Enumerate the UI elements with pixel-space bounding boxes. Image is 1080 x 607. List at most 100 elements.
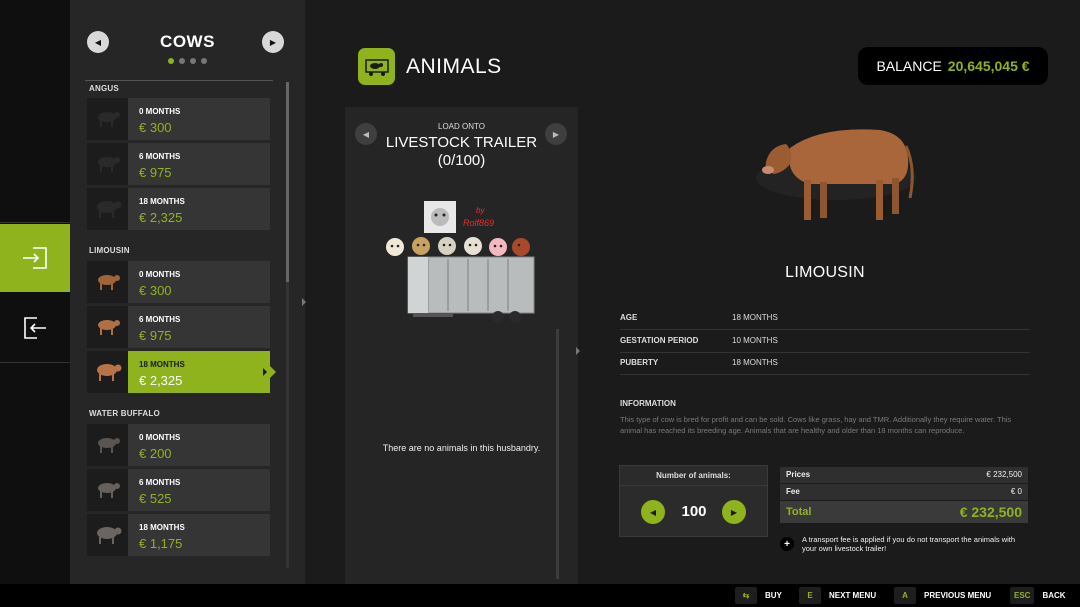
exit-icon — [24, 317, 46, 339]
animal-age: 18 MONTHS — [139, 523, 185, 532]
footer-keybindings: ⇆ BUY E NEXT MENU A PREVIOUS MENU ESC BA… — [0, 584, 1080, 607]
empty-husbandry-message: There are no animals in this husbandry. — [382, 443, 541, 453]
price-row-total: Total € 232,500 — [780, 501, 1028, 523]
divider — [85, 80, 273, 81]
key-esc: ESC — [1010, 587, 1035, 604]
animal-thumbnail — [87, 261, 128, 303]
animal-item-selected[interactable]: 18 MONTHS € 2,325 — [87, 351, 276, 393]
animal-item[interactable]: 0 MONTHS € 200 — [87, 424, 270, 466]
detail-row-gestation: GESTATION PERIOD 10 MONTHS — [620, 331, 1030, 353]
panel-arrow-icon — [302, 298, 306, 306]
selected-animal-name: LIMOUSIN — [785, 264, 865, 281]
trailer-panel: ◀ ▶ LOAD ONTO LIVESTOCK TRAILER (0/100) … — [345, 107, 578, 584]
trailer-scrollbar[interactable] — [556, 329, 559, 579]
detail-value: 10 MONTHS — [732, 336, 778, 345]
animal-item[interactable]: 6 MONTHS € 975 — [87, 143, 270, 185]
animal-age: 6 MONTHS — [139, 478, 181, 487]
fee-label: Fee — [786, 487, 800, 496]
animal-thumbnail — [87, 188, 128, 230]
previous-menu-label: PREVIOUS MENU — [924, 591, 992, 600]
page-title: ANIMALS — [406, 55, 502, 78]
page-dot[interactable] — [168, 58, 174, 64]
animal-age: 0 MONTHS — [139, 270, 181, 279]
selection-arrow-icon — [263, 368, 267, 376]
price-row-fee: Fee € 0 — [780, 484, 1028, 500]
key-e: E — [799, 587, 821, 604]
buffalo-icon — [96, 527, 121, 544]
cow-trailer-icon — [364, 58, 389, 76]
nav-sell-tab[interactable] — [0, 294, 70, 362]
detail-key: GESTATION PERIOD — [620, 336, 699, 345]
trailer-title: LIVESTOCK TRAILER (0/100) — [345, 134, 578, 170]
animal-item[interactable]: 6 MONTHS € 525 — [87, 469, 270, 511]
information-heading: INFORMATION — [620, 399, 676, 408]
key-a: A — [894, 587, 916, 604]
nav-divider — [0, 362, 70, 363]
animal-age: 0 MONTHS — [139, 107, 181, 116]
price-label: Prices — [786, 470, 811, 479]
next-menu-keybind[interactable]: E NEXT MENU — [799, 587, 876, 604]
animal-item[interactable]: 0 MONTHS € 300 — [87, 98, 270, 140]
chevron-right-icon: ▶ — [730, 507, 738, 517]
transport-fee-text: A transport fee is applied if you do not… — [802, 535, 1016, 553]
limousin-cow-image — [756, 129, 916, 220]
panel-arrow-icon — [576, 347, 580, 355]
next-category-button[interactable]: ▶ — [262, 31, 284, 53]
page-dot[interactable] — [179, 58, 185, 64]
animals-icon — [358, 48, 395, 85]
buffalo-calf-icon — [97, 438, 120, 453]
page-dot[interactable] — [201, 58, 207, 64]
buffalo-calf-icon — [97, 483, 120, 498]
animal-item[interactable]: 18 MONTHS € 1,175 — [87, 514, 270, 556]
decrease-count-button[interactable]: ◀ — [641, 500, 665, 524]
total-label: Total — [786, 506, 812, 518]
animal-count-label: Number of animals: — [620, 466, 767, 486]
animal-count-selector: Number of animals: ◀ 100 ▶ — [619, 465, 768, 537]
section-label-water-buffalo: WATER BUFFALO — [89, 409, 160, 418]
limousin-calf-icon — [97, 275, 120, 290]
buy-keybind[interactable]: ⇆ BUY — [735, 587, 782, 604]
next-menu-label: NEXT MENU — [829, 591, 877, 600]
animal-item[interactable]: 6 MONTHS € 975 — [87, 306, 270, 348]
list-scrollbar-thumb[interactable] — [286, 82, 289, 282]
back-keybind[interactable]: ESC BACK — [1010, 587, 1066, 604]
section-label-angus: ANGUS — [89, 84, 119, 93]
animal-thumbnail — [87, 143, 128, 185]
back-label: BACK — [1042, 591, 1066, 600]
animal-price: € 1,175 — [139, 536, 183, 551]
balance-value: 20,645,045 € — [947, 58, 1030, 74]
page-dot[interactable] — [190, 58, 196, 64]
livestock-trailer-image: by Rolf869 — [386, 201, 535, 323]
chevron-right-icon: ▶ — [269, 37, 277, 47]
chevron-left-icon: ◀ — [649, 507, 657, 517]
balance-label: BALANCE — [876, 58, 942, 74]
total-value: € 232,500 — [959, 504, 1022, 520]
section-label-limousin: LIMOUSIN — [89, 246, 130, 255]
detail-value: 18 MONTHS — [732, 358, 778, 367]
animal-thumbnail — [87, 351, 128, 393]
nav-divider — [0, 222, 70, 223]
animal-faces-icon — [386, 237, 530, 256]
angus-calf-icon — [97, 157, 120, 172]
animal-price: € 2,325 — [139, 373, 183, 388]
animal-thumbnail — [87, 424, 128, 466]
detail-row-age: AGE 18 MONTHS — [620, 308, 1030, 330]
detail-key: AGE — [620, 313, 638, 322]
animal-price: € 300 — [139, 283, 172, 298]
price-row-prices: Prices € 232,500 — [780, 467, 1028, 483]
side-navigation — [0, 0, 76, 584]
animal-price: € 300 — [139, 120, 172, 135]
nav-buy-tab[interactable] — [0, 224, 76, 292]
animal-age: 18 MONTHS — [139, 197, 185, 206]
animal-list-panel: ◀ COWS ▶ ANGUS 0 MONTHS € 300 6 MONTHS €… — [70, 0, 305, 584]
limousin-cow-icon — [96, 364, 121, 381]
animal-item[interactable]: 18 MONTHS € 2,325 — [87, 188, 270, 230]
limousin-calf-icon — [97, 320, 120, 335]
animal-age: 0 MONTHS — [139, 433, 181, 442]
animal-thumbnail — [87, 98, 128, 140]
plus-icon: + — [780, 537, 794, 551]
animal-count-value: 100 — [681, 503, 707, 520]
increase-count-button[interactable]: ▶ — [722, 500, 746, 524]
previous-menu-keybind[interactable]: A PREVIOUS MENU — [894, 587, 991, 604]
animal-item[interactable]: 0 MONTHS € 300 — [87, 261, 270, 303]
